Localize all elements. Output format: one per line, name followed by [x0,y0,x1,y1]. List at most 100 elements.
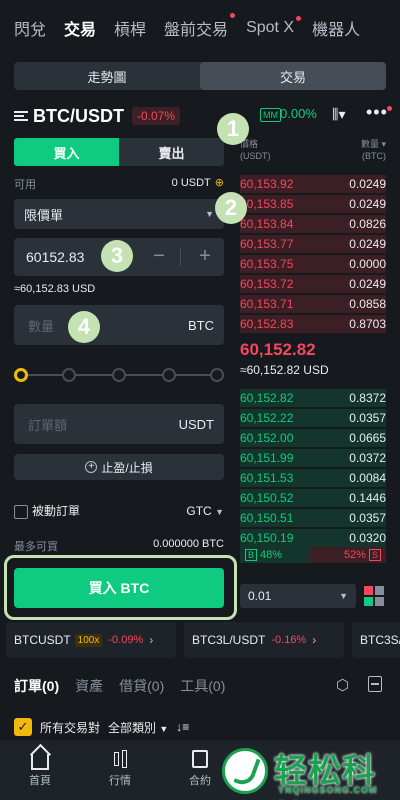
nav-home[interactable]: 首頁 [0,740,80,800]
annotation-badge: 4 [68,311,100,343]
nav-markets[interactable]: 行情 [80,740,160,800]
ask-row[interactable]: 60,152.83 0.8703 [240,314,386,334]
trade-view-button[interactable]: 交易 [200,62,386,90]
tp-sl-button[interactable]: + 止盈/止損 [14,454,224,480]
order-type-select[interactable]: 限價單 ▼ [14,199,224,229]
percent-slider[interactable] [14,367,224,383]
ask-row[interactable]: 60,153.92 0.0249 [240,174,386,194]
order-amount-input[interactable]: 訂單額 USDT [14,404,224,444]
available-label: 可用 [14,179,36,191]
sell-ratio-bar: 52% S [310,547,386,563]
ticker-card[interactable]: BTC3L/USDT -0.16% › [184,622,344,658]
decrease-price-button[interactable]: − [148,246,170,266]
slider-stop-0[interactable] [14,368,28,382]
qty-header[interactable]: 數量 ▾ [361,138,386,150]
watermark-subtext: YNQINGSONG.COM [278,785,378,795]
price-header-unit: (USDT) [240,151,271,161]
qty-header-unit: (BTC) [362,151,386,161]
sell-ratio: 52% [343,549,366,561]
bid-row[interactable]: 60,152.82 0.8372 [240,388,386,408]
ticker-card[interactable]: BTC3S/ [352,622,400,658]
available-value: 0 USDT [171,177,211,189]
buy-btc-button[interactable]: 買入 BTC [14,568,224,608]
passive-order-checkbox[interactable]: 被動訂單 [14,502,80,519]
divider [180,248,181,266]
bid-row[interactable]: 60,151.53 0.0084 [240,468,386,488]
pair-menu-icon[interactable] [14,111,28,121]
buy-ratio-bar: B 48% [240,547,311,563]
slider-stop-100[interactable] [210,368,224,382]
sell-tag: S [368,549,381,561]
tab-convert[interactable]: 閃兌 [14,16,46,40]
buy-sell-ratio: B 48% 52% S [240,547,386,563]
time-in-force-select[interactable]: GTC ▼ [186,504,224,518]
all-pairs-label: 所有交易對 [40,720,101,735]
annotation-badge: 2 [215,192,247,224]
tab-bots[interactable]: 機器人 [312,16,360,40]
tab-assets[interactable]: 資產 [75,676,103,696]
max-buy-row: 最多可買 0.000000 BTC [14,538,224,554]
passive-order-label: 被動訂單 [32,504,81,518]
bid-row[interactable]: 60,152.22 0.0357 [240,408,386,428]
depth-value: 0.01 [248,589,272,603]
bid-row[interactable]: 60,150.52 0.1446 [240,488,386,508]
quantity-unit: BTC [188,317,214,333]
increase-price-button[interactable]: + [194,246,216,266]
ticker-card[interactable]: BTCUSDT 100x -0.09% › [6,622,176,658]
pair-symbol[interactable]: BTC/USDT [33,106,124,127]
ask-row[interactable]: 60,153.84 0.0826 [240,214,386,234]
view-switcher: 走勢圖 交易 [14,62,386,90]
amount-unit: USDT [178,416,214,432]
sort-icon[interactable]: ↓≡ [176,720,189,734]
depth-select[interactable]: 0.01 ▼ [240,584,356,608]
order-form: 買入 賣出 [14,138,224,166]
candlestick-icon[interactable]: ⫼▾ [332,106,345,123]
history-document-icon[interactable] [368,676,382,692]
order-type-value: 限價單 [24,207,64,223]
price-usd-equivalent: ≈60,152.83 USD [14,283,96,295]
tab-tools[interactable]: 工具(0) [180,676,225,696]
tab-spot-x[interactable]: Spot X [246,16,302,37]
plus-circle-icon: + [85,461,98,473]
settings-hex-icon[interactable]: ⬡ [336,676,349,694]
contract-icon [192,750,208,768]
add-funds-icon[interactable]: ⊕ [215,177,224,189]
sell-tab[interactable]: 賣出 [119,138,224,166]
tab-orders[interactable]: 訂單(0) [14,676,59,696]
chart-view-button[interactable]: 走勢圖 [14,62,200,90]
slider-stop-75[interactable] [162,368,176,382]
orders-tabs: 訂單(0) 資產 借貸(0) 工具(0) [14,675,386,697]
bid-row[interactable]: 60,150.51 0.0357 [240,508,386,528]
quantity-placeholder: 數量 [28,318,55,334]
ask-row[interactable]: 60,153.72 0.0249 [240,274,386,294]
annotation-badge: 3 [101,240,133,272]
ask-row[interactable]: 60,153.77 0.0249 [240,234,386,254]
bid-row[interactable]: 60,151.99 0.0372 [240,448,386,468]
tab-loans[interactable]: 借貸(0) [119,676,164,696]
top-navigation: 閃兌 交易 槓桿 盤前交易 Spot X 機器人 [0,0,400,56]
more-icon[interactable]: ••• [366,102,392,123]
all-pairs-checkbox[interactable]: ✓ [14,718,32,736]
ask-row[interactable]: 60,153.85 0.0249 [240,194,386,214]
ask-row[interactable]: 60,153.71 0.0858 [240,294,386,314]
price-value: 60152.83 [26,249,85,265]
slider-stop-50[interactable] [112,368,126,382]
tab-pre-market[interactable]: 盤前交易 [164,13,236,40]
orderbook-layout-icon[interactable] [364,586,384,606]
tab-spot-trade[interactable]: 交易 [64,16,96,40]
category-select[interactable]: 全部類別 ▼ [108,719,168,736]
watermark-logo-icon [222,748,268,794]
tp-sl-label: 止盈/止損 [101,460,153,475]
slider-stop-25[interactable] [62,368,76,382]
bid-row[interactable]: 60,150.19 0.0320 [240,528,386,548]
buy-tab[interactable]: 買入 [14,138,119,166]
bid-row[interactable]: 60,152.00 0.0665 [240,428,386,448]
pair-change-badge: -0.07% [132,107,181,125]
quantity-input[interactable]: 數量 BTC [14,305,224,345]
last-price-usd: ≈60,152.82 USD [240,363,329,377]
buy-ratio: 48% [260,549,283,561]
tab-margin[interactable]: 槓桿 [114,16,146,40]
pair-header: BTC/USDT -0.07% MM 0.00% ⫼▾ ••• [14,102,392,130]
ask-row[interactable]: 60,153.75 0.0000 [240,254,386,274]
available-balance: 可用 0 USDT ⊕ [14,176,224,192]
